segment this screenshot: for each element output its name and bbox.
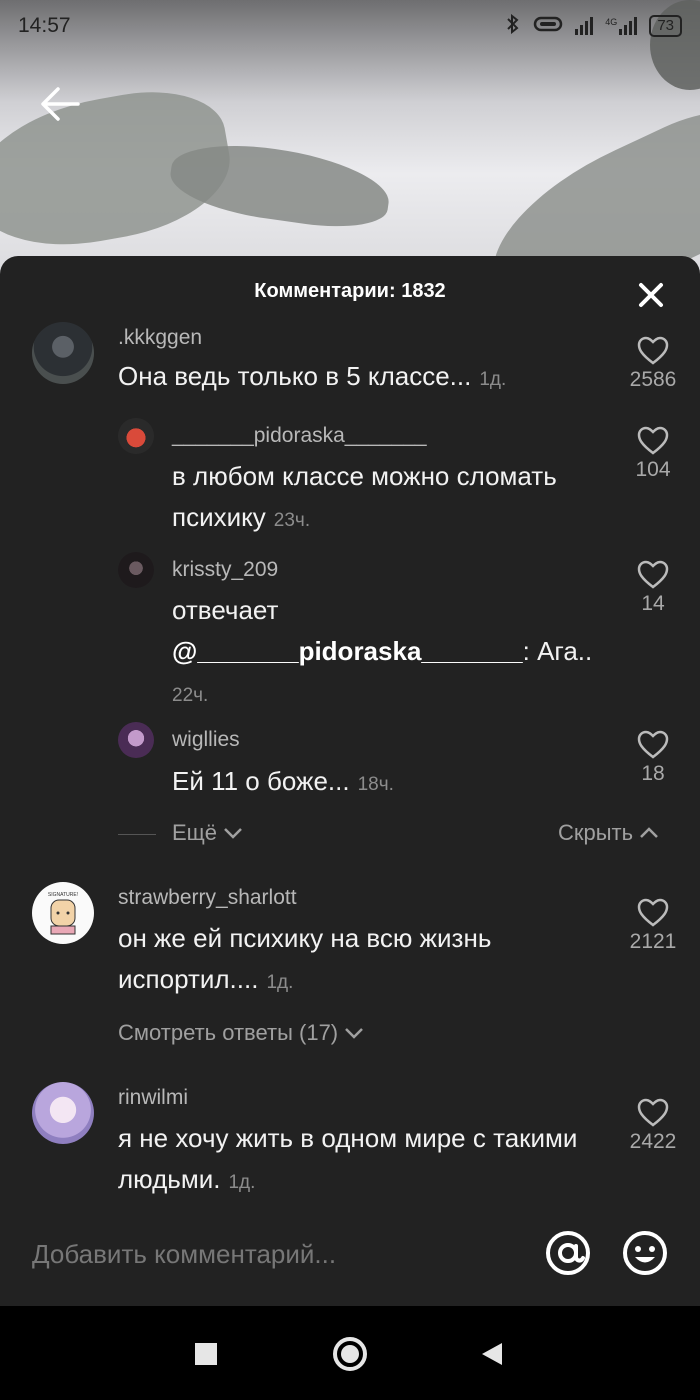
close-icon [639,283,663,307]
chevron-down-icon [345,1028,364,1039]
chevron-down-icon [224,828,242,839]
comments-title: Комментарии: 1832 [254,280,446,302]
chevron-up-icon [640,827,658,838]
leaf-shape [166,135,394,235]
comment-body: Ей 11 о боже... [172,766,350,796]
like-count: 18 [641,762,665,785]
comment-username[interactable]: wigllies [172,728,240,752]
back-button[interactable] [38,82,82,126]
comments-sheet: Комментарии: 1832 .kkkggen Она ведь толь… [0,256,700,1306]
like-count: 2121 [629,930,677,953]
comment-body: в любом классе можно сломать психику [172,461,557,532]
network-label: 4G [605,17,618,27]
back-nav-button[interactable] [474,1336,510,1372]
avatar[interactable] [118,418,154,454]
heart-icon [637,560,669,589]
hide-replies-button[interactable]: Скрыть [558,820,659,846]
heart-icon [637,336,669,365]
view-replies-button[interactable]: Смотреть ответы (17) [118,1020,364,1046]
avatar[interactable] [32,1082,94,1144]
divider [118,834,156,835]
recents-button[interactable] [188,1336,224,1372]
show-more-label: Ещё [172,820,218,845]
comment-username[interactable]: rinwilmi [118,1086,188,1110]
avatar[interactable] [118,722,154,758]
comment-body: он же ей психику на всю жизнь испортил..… [118,923,492,994]
like-button[interactable]: 2121 [618,898,688,954]
avatar-drawing: SIGNATURE! [48,892,78,935]
status-time: 14:57 [18,14,71,37]
like-count: 2422 [629,1130,677,1153]
emoji-icon [623,1231,667,1275]
battery-icon: 73 [649,15,682,37]
comment-text: Ей 11 о боже... 18ч. [172,761,592,805]
view-replies-label: Смотреть ответы (17) [118,1020,339,1045]
avatar[interactable] [32,322,94,384]
comment-username[interactable]: krissty_209 [172,558,278,582]
comment-username[interactable]: .kkkggen [118,326,202,350]
comment-time: 1д. [266,972,294,993]
comment-time: 23ч. [273,510,311,531]
comment-time: 1д. [479,369,507,390]
avatar-caption: SIGNATURE! [48,892,78,898]
network-signal: 4G [605,17,638,35]
comment-text: Она ведь только в 5 классе... 1д. [118,356,588,400]
comment-text: отвечает @_______pidoraska_______: Ага..… [172,590,612,716]
back-arrow-icon [41,87,80,121]
system-nav-bar [0,1306,700,1400]
comment-input-bar [0,1212,700,1306]
comment-input[interactable] [32,1232,512,1276]
comment-time: 22ч. [172,685,209,706]
comment-text: я не хочу жить в одном мире с такими люд… [118,1118,588,1203]
emoji-button[interactable] [620,1228,670,1278]
comment-time: 18ч. [357,774,394,795]
like-button[interactable]: 18 [618,730,688,786]
like-button[interactable]: 2586 [618,336,688,392]
like-count: 2586 [629,368,677,391]
hide-label: Скрыть [558,820,634,845]
heart-icon [637,898,669,927]
avatar[interactable] [118,552,154,588]
nav-circle-icon [333,1337,367,1371]
status-bar: 14:57 4G 73 [0,0,700,52]
signal-icon [575,17,594,35]
comment-body: отвечает [172,595,279,625]
comment-username[interactable]: _______pidoraska_______ [172,424,427,448]
like-button[interactable]: 14 [618,560,688,616]
mention-button[interactable] [543,1228,593,1278]
like-count: 104 [635,458,671,481]
nav-square-icon [195,1343,217,1365]
signal-icon [619,17,638,35]
heart-icon [637,730,669,759]
status-icons: 4G 73 [505,13,682,39]
close-button[interactable] [636,280,666,310]
mention-link[interactable]: @_______pidoraska_______ [172,636,523,666]
comment-time: 1д. [228,1172,256,1193]
heart-icon [637,426,669,455]
comment-text: он же ей психику на всю жизнь испортил..… [118,918,588,1003]
comment-body-suffix: : Ага.. [522,636,593,666]
show-more-button[interactable]: Ещё [172,820,243,846]
vibrate-icon [533,15,563,38]
comment-text: в любом классе можно сломать психику 23ч. [172,456,572,541]
like-button[interactable]: 2422 [618,1098,688,1154]
comment-body: я не хочу жить в одном мире с такими люд… [118,1123,578,1194]
like-count: 14 [641,592,665,615]
bluetooth-icon [505,13,521,39]
comment-body: Она ведь только в 5 классе... [118,361,472,391]
heart-icon [637,1098,669,1127]
comment-username[interactable]: strawberry_sharlott [118,886,297,910]
at-icon [546,1231,590,1275]
home-button[interactable] [330,1334,370,1374]
nav-back-triangle-icon [482,1343,502,1365]
like-button[interactable]: 104 [618,426,688,482]
avatar[interactable]: SIGNATURE! [32,882,94,944]
